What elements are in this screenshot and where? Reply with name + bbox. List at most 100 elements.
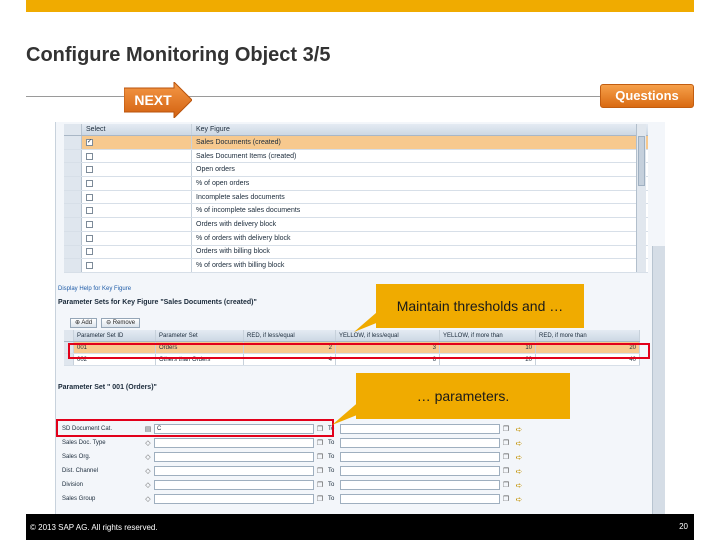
remove-icon: ⊖ — [106, 320, 113, 326]
table-row[interactable]: Sales Document Items (created) — [64, 149, 648, 164]
select-checkbox[interactable] — [86, 207, 93, 215]
option-icon[interactable]: ◇ — [142, 467, 154, 475]
row-selector[interactable] — [64, 149, 82, 163]
from-value-input[interactable] — [154, 466, 314, 476]
key-figure-scrollbar[interactable] — [636, 124, 646, 272]
from-value-input[interactable] — [154, 480, 314, 490]
row-selector[interactable] — [64, 259, 82, 272]
row-selector[interactable] — [64, 190, 82, 204]
multiple-selection-icon[interactable]: ➪ — [512, 425, 526, 434]
select-cell — [82, 218, 192, 231]
select-cell — [82, 190, 192, 204]
next-button[interactable]: NEXT — [124, 82, 192, 118]
row-selector[interactable] — [64, 177, 82, 190]
table-row[interactable]: % of incomplete sales documents — [64, 204, 648, 219]
to-value-input[interactable] — [340, 480, 500, 490]
row-selector[interactable] — [64, 136, 82, 149]
key-figure-name: Orders with billing block — [196, 248, 270, 256]
select-checkbox[interactable]: ✓ — [86, 138, 93, 146]
table-row[interactable]: Incomplete sales documents — [64, 190, 648, 205]
table-row[interactable]: Orders with delivery block — [64, 218, 648, 232]
to-value-input[interactable] — [340, 494, 500, 504]
display-help-link[interactable]: Display Help for Key Figure — [58, 286, 131, 292]
remove-button[interactable]: ⊖ Remove — [101, 318, 141, 328]
multiple-selection-icon[interactable]: ➪ — [512, 453, 526, 462]
select-checkbox[interactable] — [86, 166, 93, 174]
from-value-input[interactable] — [154, 438, 314, 448]
table-row[interactable]: % of open orders — [64, 177, 648, 191]
select-checkbox[interactable] — [86, 179, 93, 187]
table-row[interactable]: Orders with billing block — [64, 245, 648, 260]
list-item: Dist. Channel ◇ ❐ To ❐ ➪ — [62, 464, 532, 478]
value-help-icon[interactable]: ❐ — [314, 481, 326, 489]
row-selector[interactable] — [64, 245, 82, 259]
scroll-thumb[interactable] — [638, 136, 645, 186]
parameter-label: Sales Org. — [62, 454, 91, 460]
value-help-icon[interactable]: ❐ — [500, 481, 512, 489]
key-figure-table-header: Select Key Figure — [64, 124, 648, 136]
option-icon[interactable]: ◇ — [142, 495, 154, 503]
select-checkbox[interactable] — [86, 152, 93, 160]
table-row[interactable]: % of orders with billing block — [64, 259, 648, 273]
row-selector-header — [64, 330, 74, 341]
multiple-selection-icon[interactable]: ➪ — [512, 495, 526, 504]
key-figure-name: % of open orders — [196, 179, 250, 187]
callout-pointer-icon — [332, 399, 362, 425]
column-header: YELLOW, if less/equal — [336, 330, 440, 341]
from-value-input[interactable] — [154, 452, 314, 462]
value-help-icon[interactable]: ❐ — [314, 467, 326, 475]
key-figure-table: Select Key Figure ✓ Sales Documents (crea… — [64, 124, 648, 273]
to-value-input[interactable] — [340, 438, 500, 448]
column-header: RED, if more than — [536, 330, 640, 341]
multiple-selection-icon[interactable]: ➪ — [512, 439, 526, 448]
value-help-icon[interactable]: ❐ — [314, 453, 326, 461]
multiple-selection-icon[interactable]: ➪ — [512, 481, 526, 490]
option-icon[interactable]: ◇ — [142, 439, 154, 447]
select-cell — [82, 259, 192, 272]
slide-footer: © 2013 SAP AG. All rights reserved. 20 — [26, 514, 694, 540]
table-row[interactable]: ✓ Sales Documents (created) — [64, 136, 648, 150]
thresholds-callout-text: Maintain thresholds and … — [396, 298, 564, 314]
multiple-selection-icon[interactable]: ➪ — [512, 467, 526, 476]
select-checkbox[interactable] — [86, 234, 93, 242]
key-figure-name: % of incomplete sales documents — [196, 207, 301, 215]
row-selector[interactable] — [64, 231, 82, 245]
option-icon[interactable]: ◇ — [142, 481, 154, 489]
option-icon[interactable]: ◇ — [142, 453, 154, 461]
key-figure-name: Sales Documents (created) — [196, 138, 281, 146]
value-help-icon[interactable]: ❐ — [500, 439, 512, 447]
value-help-icon[interactable]: ❐ — [314, 439, 326, 447]
parameter-label: Division — [62, 482, 84, 488]
page-scrollbar[interactable] — [652, 246, 665, 514]
add-button[interactable]: ⊕ Add — [70, 318, 98, 328]
select-checkbox[interactable] — [86, 262, 93, 270]
value-help-icon[interactable]: ❐ — [500, 495, 512, 503]
to-value-input[interactable] — [340, 424, 500, 434]
key-figure-name: Open orders — [196, 166, 235, 174]
row-selector[interactable] — [64, 163, 82, 177]
select-checkbox[interactable] — [86, 220, 93, 228]
row-selector[interactable] — [64, 218, 82, 231]
to-label: To — [328, 468, 335, 474]
to-value-input[interactable] — [340, 466, 500, 476]
select-checkbox[interactable] — [86, 193, 93, 201]
value-help-icon[interactable]: ❐ — [500, 425, 512, 433]
from-value-input[interactable] — [154, 494, 314, 504]
parameter-sets-header: Parameter Set ID Parameter Set RED, if l… — [64, 330, 640, 342]
next-button-label: NEXT — [134, 92, 172, 108]
value-help-icon[interactable]: ❐ — [500, 467, 512, 475]
to-label: To — [328, 454, 335, 460]
key-figure-name: % of orders with billing block — [196, 262, 285, 270]
value-help-icon[interactable]: ❐ — [314, 495, 326, 503]
select-checkbox[interactable] — [86, 248, 93, 256]
list-item: Sales Group ◇ ❐ To ❐ ➪ — [62, 492, 532, 506]
value-help-icon[interactable]: ❐ — [500, 453, 512, 461]
thresholds-callout: Maintain thresholds and … — [354, 284, 584, 332]
select-column-header: Select — [82, 124, 192, 135]
to-value-input[interactable] — [340, 452, 500, 462]
row-selector[interactable] — [64, 204, 82, 218]
table-row[interactable]: Open orders — [64, 163, 648, 178]
table-row[interactable]: % of orders with delivery block — [64, 231, 648, 246]
top-accent-bar — [26, 0, 694, 12]
questions-button[interactable]: Questions — [600, 84, 694, 108]
